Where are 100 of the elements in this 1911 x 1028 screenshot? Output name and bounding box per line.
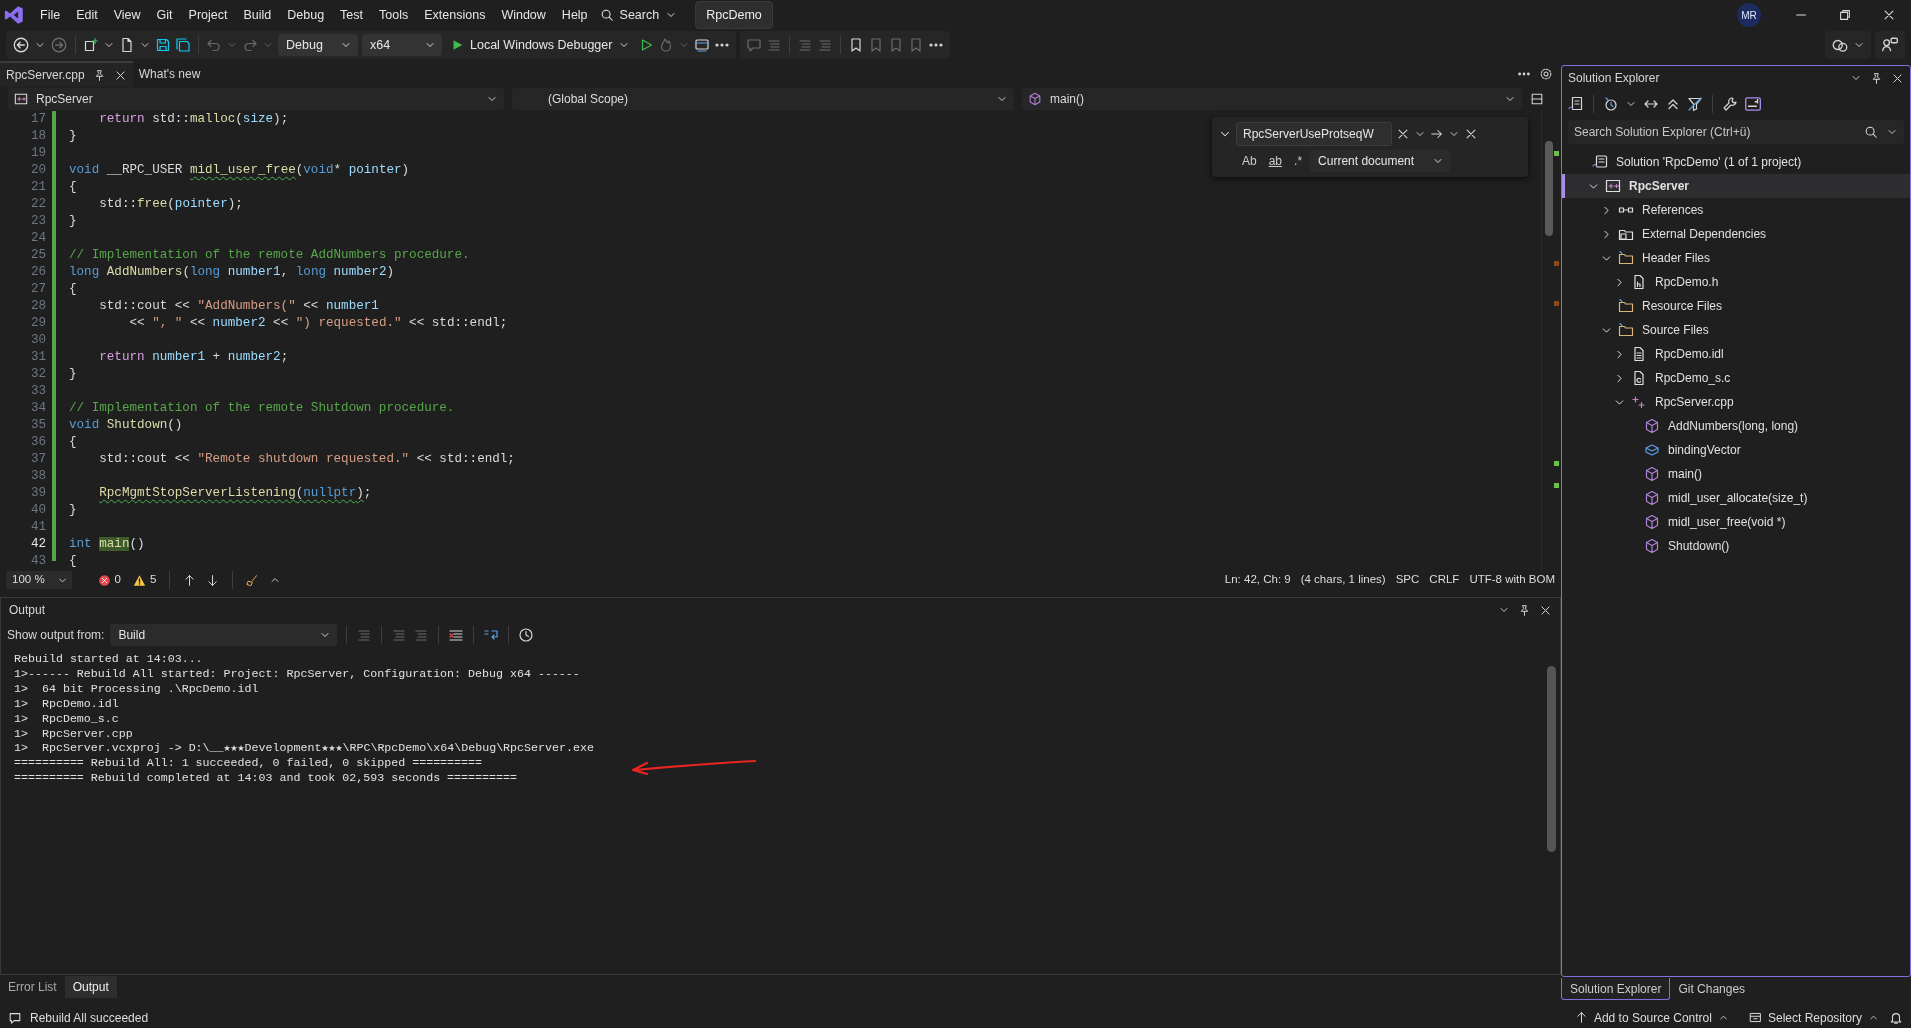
undo-icon[interactable] — [206, 37, 222, 53]
search-field[interactable]: RpcServerUseProtseqW — [1236, 122, 1392, 146]
tree-item[interactable]: Shutdown() — [1562, 534, 1910, 558]
close-icon[interactable] — [1891, 71, 1904, 85]
scrollbar[interactable] — [1541, 111, 1561, 571]
repository-button[interactable]: Select Repository — [1738, 1008, 1889, 1027]
output-line: 1> 64 bit Processing .\RpcDemo.idl — [14, 681, 259, 697]
item-label: main() — [1668, 466, 1702, 483]
search-icon[interactable] — [1864, 125, 1878, 139]
zoom-dropdown[interactable]: 100 % — [6, 571, 72, 589]
project-dropdown[interactable]: RpcServer — [8, 88, 504, 110]
tree-item[interactable]: RpcDemo.h — [1562, 270, 1910, 294]
clear-all-icon[interactable] — [448, 627, 465, 643]
tree-item[interactable]: midl_user_allocate(size_t) — [1562, 486, 1910, 510]
tree-item[interactable]: bindingVector — [1562, 438, 1910, 462]
close-icon[interactable] — [1882, 8, 1896, 22]
scrollbar[interactable] — [1547, 666, 1556, 852]
platform-dropdown[interactable]: x64 — [362, 34, 442, 56]
source-dropdown[interactable]: Build — [110, 624, 338, 646]
wrench-icon[interactable] — [1722, 96, 1738, 112]
tree-item[interactable]: Solution 'RpcDemo' (1 of 1 project) — [1562, 150, 1910, 174]
broom-icon[interactable] — [246, 573, 260, 587]
account-avatar[interactable]: MR — [1737, 3, 1761, 27]
solution-view-icon[interactable] — [1568, 96, 1584, 112]
clock-icon[interactable] — [518, 627, 535, 643]
menu-item[interactable]: Git — [148, 2, 181, 28]
save-icon[interactable] — [155, 37, 171, 53]
share-icon[interactable] — [1881, 36, 1899, 54]
cursor-position[interactable]: Ln: 42, Ch: 9 — [1224, 571, 1291, 589]
scope-dropdown[interactable]: Current document — [1310, 150, 1451, 172]
tree-item[interactable]: midl_user_free(void *) — [1562, 510, 1910, 534]
menu-item[interactable]: Help — [553, 2, 596, 28]
history-icon[interactable] — [1603, 96, 1619, 112]
method-icon — [1644, 418, 1660, 434]
error-count[interactable]: 0 — [114, 571, 121, 589]
restore-icon[interactable] — [1838, 8, 1852, 22]
save-all-icon[interactable] — [175, 37, 191, 53]
selection-info[interactable]: (4 chars, 1 lines) — [1300, 571, 1386, 589]
file-icon[interactable] — [119, 37, 135, 53]
clear-icon[interactable] — [1396, 127, 1410, 141]
message-icon[interactable] — [8, 1010, 22, 1025]
notification-icon[interactable] — [1889, 1010, 1903, 1025]
tree-item[interactable]: Resource Files — [1562, 294, 1910, 318]
preview-icon[interactable] — [1744, 95, 1762, 113]
filter-icon[interactable] — [1687, 96, 1703, 112]
menu-item[interactable]: File — [32, 2, 69, 28]
tree-item[interactable]: RpcDemo_s.c — [1562, 366, 1910, 390]
window-icon[interactable] — [694, 37, 711, 53]
menu-item[interactable]: Project — [180, 2, 236, 28]
panel-tab[interactable]: Solution Explorer — [1561, 978, 1671, 1000]
new-project-icon[interactable] — [83, 37, 99, 53]
menu-item[interactable]: Window — [493, 2, 554, 28]
settings-icon[interactable] — [1539, 67, 1553, 81]
line-endings[interactable]: CRLF — [1429, 571, 1460, 589]
line-number: 22 — [29, 196, 46, 213]
warning-count[interactable]: 5 — [150, 571, 157, 589]
menu-item[interactable]: Edit — [68, 2, 106, 28]
menu-item[interactable]: Test — [332, 2, 372, 28]
tree-item[interactable]: References — [1562, 198, 1910, 222]
scope-dropdown[interactable]: (Global Scope) — [512, 88, 1014, 110]
pin-icon[interactable] — [1518, 603, 1531, 617]
menu-item[interactable]: Tools — [371, 2, 417, 28]
member-dropdown[interactable]: main() — [1022, 88, 1522, 110]
pin-icon[interactable] — [1870, 71, 1883, 85]
whitespace-indicator[interactable]: SPC — [1395, 571, 1420, 589]
redo-icon[interactable] — [242, 37, 258, 53]
tree-item[interactable]: RpcServer — [1562, 174, 1910, 198]
close-icon[interactable] — [113, 68, 127, 82]
search-field[interactable]: Search Solution Explorer (Ctrl+ü) — [1568, 120, 1904, 144]
split-icon[interactable] — [1530, 92, 1544, 106]
panel-tab[interactable]: Git Changes — [1670, 978, 1754, 1000]
match-case-toggle[interactable]: Ab — [1238, 152, 1261, 170]
down-arrow-icon[interactable] — [206, 573, 220, 587]
start-debugging-button[interactable]: Local Windows Debugger — [446, 34, 635, 56]
tree-item[interactable]: RpcServer.cpp — [1562, 390, 1910, 414]
regex-toggle[interactable]: .* — [1290, 152, 1307, 170]
panel-tab[interactable]: Output — [64, 976, 117, 998]
find-next-icon[interactable] — [1430, 127, 1444, 141]
document-tab[interactable]: What's new — [132, 61, 207, 87]
encoding[interactable]: UTF-8 with BOM — [1469, 571, 1555, 589]
menu-item[interactable]: View — [105, 2, 149, 28]
tree-item[interactable]: Header Files — [1562, 246, 1910, 270]
close-icon[interactable] — [1464, 127, 1478, 141]
menu-item[interactable]: Debug — [279, 2, 333, 28]
whole-word-toggle[interactable]: ab — [1264, 152, 1287, 170]
search-button[interactable]: Search — [595, 4, 682, 26]
source-control-button[interactable]: Add to Source Control — [1564, 1008, 1739, 1027]
panel-tab[interactable]: Error List — [0, 976, 65, 998]
tree-item[interactable]: main() — [1562, 462, 1910, 486]
tree-item[interactable]: AddNumbers(long, long) — [1562, 414, 1910, 438]
up-arrow-icon[interactable] — [183, 573, 197, 587]
document-tab[interactable]: RpcServer.cpp — [0, 61, 133, 87]
item-label: RpcDemo_s.c — [1655, 370, 1731, 387]
menu-item[interactable]: Build — [235, 2, 280, 28]
tree-item[interactable]: External Dependencies — [1562, 222, 1910, 246]
menu-item[interactable]: Extensions — [416, 2, 494, 28]
tree-item[interactable]: Source Files — [1562, 318, 1910, 342]
tree-item[interactable]: RpcDemo.idl — [1562, 342, 1910, 366]
configuration-dropdown[interactable]: Debug — [278, 34, 358, 56]
close-icon[interactable] — [1539, 603, 1552, 617]
